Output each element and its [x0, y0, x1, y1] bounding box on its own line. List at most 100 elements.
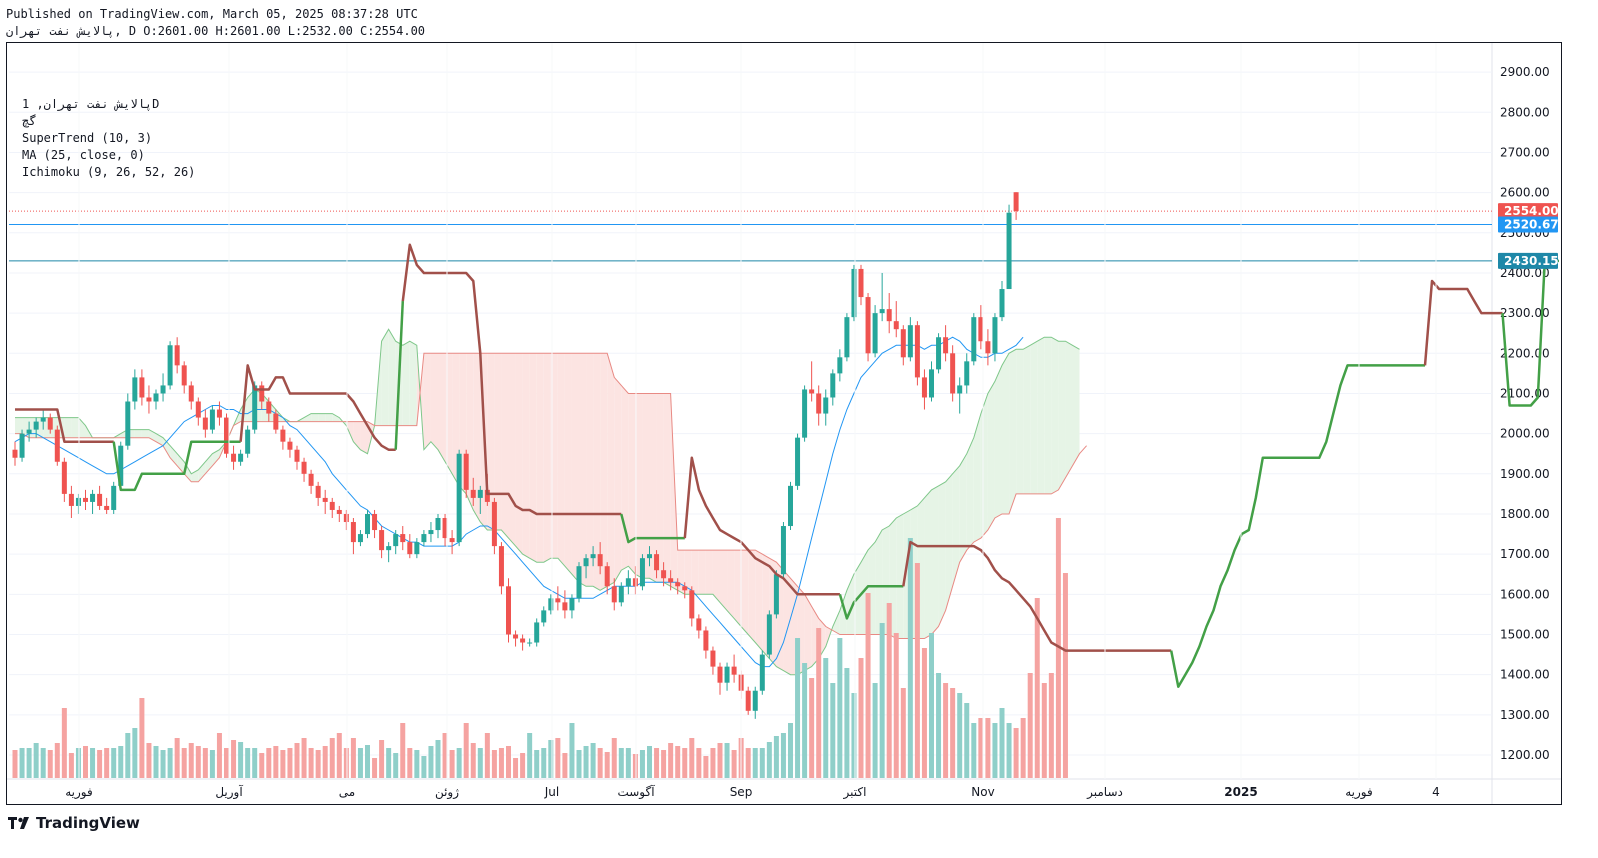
- legend-symbol: پالایش نفت تهران, 1D: [22, 97, 160, 111]
- volume-bar: [513, 758, 519, 778]
- ichimoku-cloud-segment: [522, 353, 530, 559]
- published-line: Published on TradingView.com, March 05, …: [6, 7, 418, 21]
- ichimoku-cloud-segment: [564, 353, 572, 575]
- volume-bar: [914, 563, 920, 778]
- candle-body: [555, 598, 561, 603]
- candle-body: [336, 509, 342, 514]
- candle-body: [216, 409, 222, 418]
- volume-bar: [400, 723, 406, 778]
- candle-body: [696, 618, 702, 631]
- volume-bar: [498, 748, 504, 778]
- candle-body: [689, 590, 695, 619]
- candle-body: [407, 542, 413, 555]
- ichimoku-cloud-segment: [952, 465, 960, 587]
- ichimoku-cloud-segment: [734, 550, 742, 627]
- candle-body: [61, 461, 67, 494]
- x-tick-label: Sep: [730, 785, 753, 799]
- candle-body: [654, 554, 660, 571]
- candle-body: [301, 461, 307, 474]
- candle-body: [647, 554, 652, 559]
- candle-body: [329, 501, 335, 510]
- ohlc-line: پالایش نفت تهران, D O:2601.00 H:2601.00 …: [6, 24, 426, 38]
- volume-bar: [428, 746, 434, 778]
- y-tick-label: 1300.00: [1500, 708, 1550, 722]
- volume-bar: [139, 698, 145, 778]
- volume-bar: [773, 736, 779, 778]
- y-tick-label: 2900.00: [1500, 65, 1550, 79]
- ichimoku-cloud-segment: [755, 550, 763, 651]
- candle-body: [780, 526, 786, 575]
- price-chart[interactable]: 1200.00 1300.00 1400.00 1500.00 1600.00 1700.…: [7, 43, 1561, 804]
- volume-bar: [957, 693, 963, 778]
- y-tick-label: 2700.00: [1500, 145, 1550, 159]
- candle-body: [372, 513, 378, 531]
- x-tick-label: 2025: [1224, 785, 1257, 799]
- volume-bar: [266, 748, 272, 778]
- legend-ma[interactable]: MA (25, close, 0): [22, 147, 145, 163]
- volume-bar: [936, 673, 942, 778]
- candle-body: [773, 574, 779, 615]
- x-tick-label: می: [339, 785, 355, 799]
- price-badge-label: 2554.00: [1504, 204, 1559, 218]
- volume-bar: [97, 750, 103, 778]
- candle-body: [788, 485, 793, 527]
- x-tick-label: آوریل: [215, 784, 243, 800]
- candle-body: [449, 538, 455, 543]
- candle-body: [224, 417, 229, 454]
- candle-body: [174, 345, 180, 366]
- volume-bar: [604, 752, 610, 778]
- volume-bar: [597, 748, 603, 778]
- volume-bar: [174, 738, 180, 778]
- candle-body: [280, 429, 286, 442]
- ichimoku-cloud-segment: [71, 417, 79, 438]
- candle-body: [759, 654, 765, 691]
- volume-bar: [484, 733, 490, 778]
- legend-supertrend[interactable]: SuperTrend (10, 3): [22, 130, 152, 146]
- candle-body: [562, 602, 568, 611]
- volume-bar: [639, 750, 645, 778]
- candle-body: [632, 578, 638, 587]
- legend-ichimoku[interactable]: Ichimoku (9, 26, 52, 26): [22, 164, 195, 180]
- volume-bar: [1006, 723, 1012, 778]
- y-tick-label: 2800.00: [1500, 105, 1550, 119]
- tradingview-logo[interactable]: TradingView: [8, 814, 140, 832]
- supertrend-up-line: [1501, 259, 1559, 407]
- volume-bar: [280, 750, 286, 778]
- ichimoku-cloud-segment: [557, 353, 565, 567]
- volume-bar: [132, 728, 138, 778]
- ichimoku-cloud-segment: [529, 353, 537, 563]
- candle-body: [139, 377, 145, 398]
- volume-bar: [837, 638, 843, 778]
- candle-body: [639, 558, 645, 587]
- candle-body: [470, 489, 476, 498]
- volume-bar: [668, 743, 674, 778]
- candle-body: [520, 638, 526, 643]
- candle-body: [125, 401, 131, 446]
- candle-body: [957, 385, 963, 394]
- candle-body: [287, 441, 293, 450]
- volume-bar: [788, 723, 793, 778]
- candle-body: [576, 566, 582, 599]
- candle-body: [611, 586, 617, 603]
- chart-frame[interactable]: 1200.00 1300.00 1400.00 1500.00 1600.00 1700.…: [6, 42, 1562, 805]
- volume-bar: [386, 748, 392, 778]
- x-tick-label: دسامبر: [1086, 785, 1123, 800]
- candle-body: [97, 493, 103, 506]
- candle-body: [548, 598, 554, 611]
- volume-bar: [477, 748, 483, 778]
- volume-bar: [506, 746, 511, 778]
- candle-body: [661, 570, 667, 579]
- volume-bar: [541, 748, 547, 778]
- candle-body: [513, 634, 519, 639]
- ichimoku-cloud-segment: [508, 353, 516, 547]
- ichimoku-cloud-segment: [1023, 345, 1031, 494]
- volume-bar: [907, 538, 913, 778]
- candle-body: [33, 421, 39, 430]
- ichimoku-cloud-segment: [987, 381, 995, 531]
- candle-body: [893, 321, 899, 330]
- volume-bar: [209, 750, 215, 778]
- candle-body: [583, 558, 589, 567]
- candle-body: [971, 317, 977, 362]
- volume-bar: [964, 703, 970, 778]
- ichimoku-cloud-segment: [875, 530, 883, 635]
